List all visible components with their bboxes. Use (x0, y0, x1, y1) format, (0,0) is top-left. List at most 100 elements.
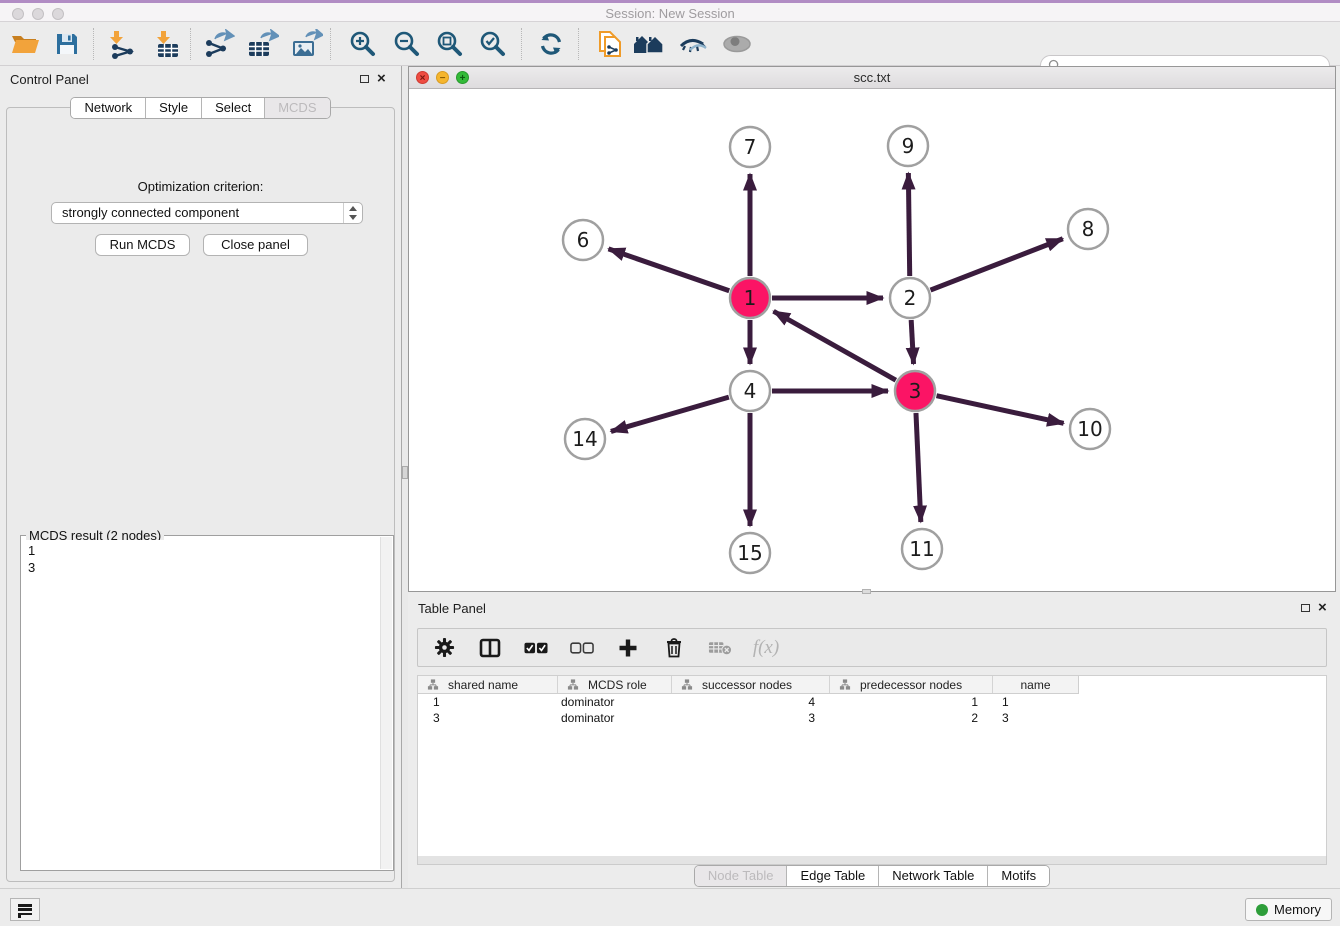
close-table-panel-icon[interactable]: × (1318, 599, 1327, 616)
home-networks-button[interactable] (632, 28, 666, 60)
deselect-all-button[interactable] (570, 636, 594, 660)
copy-network-icon (595, 29, 623, 59)
zoom-fit-button[interactable] (433, 28, 467, 60)
mcds-panel: Optimization criterion: strongly connect… (6, 107, 395, 882)
zoom-selected-button[interactable] (476, 28, 510, 60)
result-scrollbar[interactable] (380, 537, 392, 869)
graph-node-label: 8 (1082, 217, 1095, 241)
hierarchy-icon (567, 679, 579, 690)
task-history-button[interactable] (10, 898, 40, 921)
graph-edge[interactable] (908, 173, 909, 276)
toolbar-separator (190, 28, 191, 60)
network-canvas[interactable]: 1234678910111415 (409, 89, 1335, 591)
graph-edge[interactable] (774, 311, 896, 380)
table-cell: 3 (417, 710, 557, 726)
zoom-in-button[interactable] (346, 28, 380, 60)
export-image-icon (291, 29, 323, 59)
graph-edge[interactable] (936, 396, 1063, 424)
function-builder-button[interactable]: f(x) (754, 636, 778, 660)
control-panel: Control Panel × Network Style Select MCD… (0, 66, 401, 888)
graph-edge[interactable] (911, 320, 913, 364)
close-panel-button[interactable]: Close panel (203, 234, 308, 256)
table-panel: Table Panel × (408, 595, 1336, 888)
show-columns-button[interactable] (478, 636, 502, 660)
zoom-out-button[interactable] (390, 28, 424, 60)
hierarchy-icon (839, 679, 851, 690)
float-panel-icon[interactable] (360, 75, 369, 83)
control-panel-tabs: Network Style Select MCDS (0, 97, 401, 117)
graph-edge[interactable] (931, 239, 1063, 290)
memory-button[interactable]: Memory (1245, 898, 1332, 921)
graph-node-label: 4 (744, 379, 757, 403)
column-header[interactable]: successor nodes (672, 676, 830, 693)
graph-node-label: 14 (572, 427, 597, 451)
table-row[interactable]: 1dominator411 (417, 694, 1079, 710)
toolbar-separator (330, 28, 331, 60)
graph-edge[interactable] (916, 413, 921, 522)
create-column-button[interactable] (616, 636, 640, 660)
column-header[interactable]: predecessor nodes (830, 676, 993, 693)
tab-mcds[interactable]: MCDS (264, 98, 329, 118)
save-floppy-icon (54, 31, 80, 57)
zoom-in-icon (349, 30, 377, 58)
tab-select[interactable]: Select (201, 98, 264, 118)
table-settings-button[interactable] (432, 636, 456, 660)
table-tabs: Node Table Edge Table Network Table Moti… (408, 865, 1336, 887)
table-cell: dominator (557, 694, 671, 710)
export-image-button[interactable] (290, 28, 324, 60)
trash-icon (665, 637, 683, 658)
graph-node-label: 9 (902, 134, 915, 158)
export-network-button[interactable] (202, 28, 236, 60)
column-header[interactable]: name (993, 676, 1078, 693)
refresh-icon (537, 30, 565, 58)
graph-node-label: 10 (1077, 417, 1102, 441)
column-header[interactable]: shared name (418, 676, 558, 693)
horizontal-splitter-handle[interactable] (862, 589, 871, 594)
tab-style[interactable]: Style (145, 98, 201, 118)
tab-motifs[interactable]: Motifs (987, 866, 1049, 886)
main-toolbar (0, 22, 1340, 66)
float-table-panel-icon[interactable] (1301, 604, 1310, 612)
export-table-button[interactable] (246, 28, 280, 60)
graph-edge[interactable] (609, 249, 730, 291)
hierarchy-icon (427, 679, 439, 690)
new-network-from-selection-button[interactable] (592, 28, 626, 60)
toolbar-separator (93, 28, 94, 60)
columns-icon (479, 638, 501, 658)
refresh-button[interactable] (534, 28, 568, 60)
table-cell: 1 (417, 694, 557, 710)
delete-table-icon (708, 640, 732, 656)
open-session-button[interactable] (8, 28, 42, 60)
import-table-button[interactable] (150, 28, 184, 60)
hide-selected-button[interactable] (676, 28, 710, 60)
graph-node-label: 2 (904, 286, 917, 310)
graph-edge[interactable] (611, 397, 729, 431)
show-all-button[interactable] (720, 28, 754, 60)
run-mcds-button[interactable]: Run MCDS (95, 234, 190, 256)
column-header[interactable]: MCDS role (558, 676, 672, 693)
unchecked-boxes-icon (570, 642, 594, 654)
network-frame-titlebar[interactable]: × − + scc.txt (409, 67, 1335, 89)
save-session-button[interactable] (50, 28, 84, 60)
open-folder-icon (10, 31, 40, 57)
import-network-button[interactable] (104, 28, 138, 60)
graph-node-label: 6 (577, 228, 590, 252)
delete-table-button[interactable] (708, 636, 732, 660)
tab-node-table[interactable]: Node Table (695, 866, 787, 886)
optimization-criterion-select[interactable]: strongly connected component (51, 202, 363, 224)
delete-columns-button[interactable] (662, 636, 686, 660)
export-table-icon (247, 29, 279, 59)
table-panel-header: Table Panel × (408, 595, 1336, 621)
close-panel-icon[interactable]: × (377, 70, 386, 87)
tab-edge-table[interactable]: Edge Table (786, 866, 878, 886)
select-all-button[interactable] (524, 636, 548, 660)
tab-network-table[interactable]: Network Table (878, 866, 987, 886)
vertical-splitter-handle[interactable] (402, 466, 408, 479)
checked-boxes-icon (524, 642, 548, 654)
tab-network[interactable]: Network (71, 98, 145, 118)
table-row[interactable]: 3dominator323 (417, 710, 1079, 726)
mcds-result-text[interactable]: 1 3 (23, 540, 379, 868)
toolbar-separator (521, 28, 522, 60)
import-table-icon (152, 29, 182, 59)
memory-status-icon (1256, 904, 1268, 916)
